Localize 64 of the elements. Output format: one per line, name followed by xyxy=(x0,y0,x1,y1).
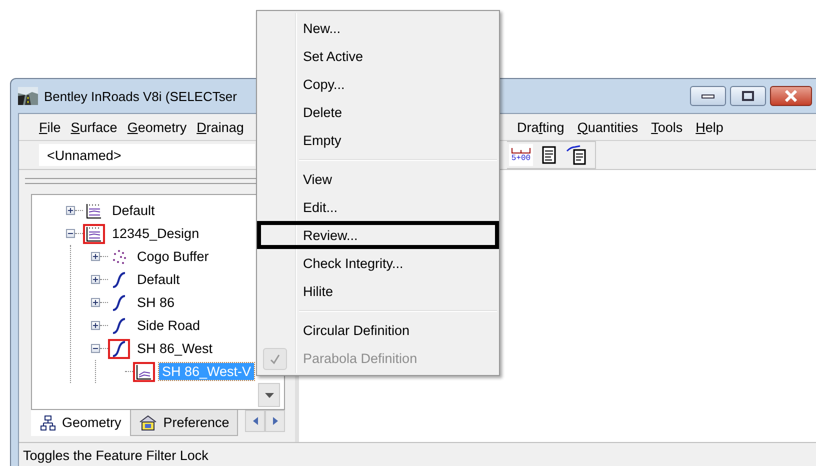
maximize-button[interactable] xyxy=(730,86,766,106)
menu-item[interactable]: Circular Definition xyxy=(303,322,410,338)
house-icon xyxy=(139,414,158,430)
menu-item[interactable]: Empty xyxy=(303,132,342,148)
station-tool[interactable]: 5+00 xyxy=(509,144,533,166)
down-arrow-icon xyxy=(264,392,274,398)
menu-item[interactable]: Check Integrity... xyxy=(303,256,404,270)
hierarchy-icon xyxy=(40,414,56,430)
collapse-icon[interactable] xyxy=(66,229,75,238)
menu-item[interactable]: Set Active xyxy=(303,48,364,64)
menu-item[interactable]: Edit... xyxy=(303,200,338,214)
menu-item[interactable]: Hilite xyxy=(303,284,334,298)
tree-item[interactable]: Default xyxy=(134,271,183,288)
profile-icon xyxy=(136,364,152,380)
tree-item[interactable]: SH 86 xyxy=(134,294,178,311)
menu-item[interactable]: View xyxy=(303,172,332,186)
curve-icon xyxy=(111,272,127,288)
menu-item[interactable]: Copy... xyxy=(303,76,345,92)
maximize-icon xyxy=(742,91,754,101)
menu-item[interactable]: Review... xyxy=(303,228,358,242)
curve-icon xyxy=(111,340,127,356)
expand-icon[interactable] xyxy=(66,206,75,215)
window-title: Bentley InRoads V8i (SELECTser xyxy=(44,88,237,104)
scroll-down-button[interactable] xyxy=(258,383,280,407)
expand-icon[interactable] xyxy=(91,298,100,307)
project-combo[interactable]: <Unnamed> xyxy=(39,144,255,166)
menu-item[interactable]: Drafting xyxy=(517,120,564,134)
ruler-icon xyxy=(511,148,531,154)
tree-item[interactable]: Default xyxy=(109,202,158,219)
menu-item[interactable]: Geometry xyxy=(127,120,187,134)
tree-item[interactable]: Side Road xyxy=(134,317,204,334)
menu-item[interactable]: Drainag xyxy=(196,120,244,134)
app-logo-icon xyxy=(18,87,38,105)
expand-icon[interactable] xyxy=(91,321,100,330)
left-arrow-icon xyxy=(252,417,258,425)
curve-report-icon[interactable] xyxy=(565,144,589,166)
scroll-right-button[interactable] xyxy=(265,410,285,432)
close-button[interactable] xyxy=(770,86,812,106)
menu-item[interactable]: Tools xyxy=(651,120,683,134)
curve-icon xyxy=(111,294,127,310)
expand-icon[interactable] xyxy=(91,275,100,284)
panel-tab[interactable]: Preference xyxy=(130,410,238,436)
scroll-left-button[interactable] xyxy=(245,410,265,432)
menu-item[interactable]: Delete xyxy=(303,104,342,120)
menu-item[interactable]: File xyxy=(39,120,61,134)
menu-item[interactable]: Quantities xyxy=(577,120,638,134)
expand-icon[interactable] xyxy=(91,252,100,261)
curve-icon xyxy=(111,318,127,334)
tree-item[interactable]: SH 86_West xyxy=(134,340,216,357)
graph-icon xyxy=(86,226,102,242)
status-text: Toggles the Feature Filter Lock xyxy=(23,448,208,462)
graph-icon xyxy=(86,202,102,218)
tree-item[interactable]: Cogo Buffer xyxy=(134,248,212,265)
minimize-button[interactable] xyxy=(690,86,726,106)
tree-item[interactable]: 12345_Design xyxy=(109,225,202,242)
minimize-icon xyxy=(701,93,715,99)
points-icon xyxy=(111,248,127,264)
close-icon xyxy=(784,90,798,102)
menu-item[interactable]: Surface xyxy=(70,120,118,134)
menu-item[interactable]: Help xyxy=(696,120,724,134)
panel-tab[interactable]: Geometry xyxy=(31,410,130,436)
collapse-icon[interactable] xyxy=(91,344,100,353)
menu-item[interactable]: New... xyxy=(303,20,341,36)
right-arrow-icon xyxy=(272,417,278,425)
